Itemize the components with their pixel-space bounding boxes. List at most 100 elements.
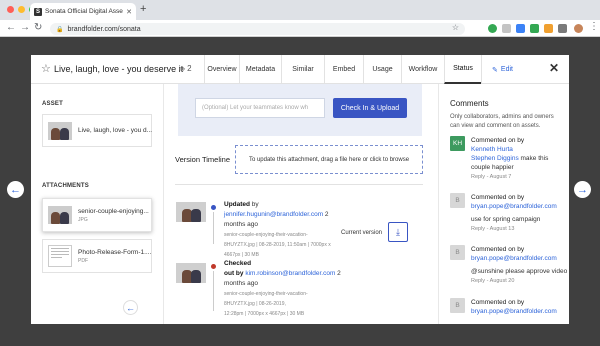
- tab-status[interactable]: Status: [444, 55, 481, 84]
- profile-avatar[interactable]: [574, 24, 583, 33]
- close-modal-icon[interactable]: ✕: [549, 61, 559, 75]
- asset-thumbnail: [48, 121, 72, 140]
- previous-asset-button[interactable]: ←: [7, 181, 24, 198]
- tab-embed[interactable]: Embed: [324, 55, 363, 84]
- comment-user-link[interactable]: bryan.pope@brandfolder.com: [471, 308, 557, 315]
- version-entry: Checked out by kim.robinson@brandfolder.…: [224, 259, 364, 319]
- version-count: ◈ 2: [179, 64, 192, 73]
- minimize-window-button[interactable]: [18, 6, 25, 13]
- bookmark-star-icon[interactable]: ☆: [452, 23, 459, 32]
- version-number: 2: [335, 270, 341, 277]
- extension-icon[interactable]: [544, 24, 553, 33]
- back-icon[interactable]: ←: [6, 22, 16, 33]
- avatar: B: [450, 298, 465, 313]
- comment-user-link[interactable]: Kenneth Hurta: [471, 146, 513, 153]
- version-details: 8HUYZTX.jpg | 08-26-2019,: [224, 301, 286, 307]
- attachment-thumbnail: [48, 206, 72, 224]
- close-tab-icon[interactable]: ✕: [126, 8, 132, 16]
- version-user-link[interactable]: jennifer.hugunin@brandfolder.com: [224, 211, 323, 218]
- timeline-line: [213, 212, 214, 244]
- version-out-by: out by: [224, 270, 246, 277]
- attachment-item[interactable]: Photo-Release-Form-1.... PDF: [42, 239, 152, 273]
- asset-modal: ☆ Live, laugh, love - you deserve it ◈ 2…: [31, 55, 569, 324]
- tab-usage[interactable]: Usage: [363, 55, 401, 84]
- extension-icon[interactable]: [502, 24, 511, 33]
- version-details: 8HUYZTX.jpg | 08-28-2019, 11:50am | 7000…: [224, 242, 331, 248]
- version-by: by: [250, 201, 259, 208]
- attachments-section-label: ATTACHMENTS: [42, 183, 89, 189]
- comment-text: use for spring campaign: [471, 216, 541, 223]
- tab-overview[interactable]: Overview: [204, 55, 239, 84]
- modal-header: ☆ Live, laugh, love - you deserve it ◈ 2…: [31, 55, 569, 84]
- file-drop-zone[interactable]: To update this attachment, drag a file h…: [235, 145, 423, 174]
- edit-label: Edit: [500, 66, 513, 73]
- tab-metadata[interactable]: Metadata: [239, 55, 281, 84]
- tab-workflow[interactable]: Workflow: [401, 55, 444, 84]
- comment-user-link[interactable]: bryan.pope@brandfolder.com: [471, 255, 557, 262]
- comment-text: @sunshine please approve video: [471, 268, 568, 275]
- version-user-link[interactable]: kim.robinson@brandfolder.com: [245, 270, 335, 277]
- attachment-type: JPG: [78, 216, 88, 223]
- pdf-thumbnail: [48, 245, 72, 267]
- edit-button[interactable]: ✎ Edit: [481, 55, 523, 84]
- version-action: Updated: [224, 201, 250, 208]
- comment-reply-link[interactable]: Reply - August 7: [471, 174, 511, 180]
- favorite-star-icon[interactable]: ☆: [41, 62, 51, 75]
- version-time: months ago: [224, 280, 258, 287]
- address-bar[interactable]: 🔒 brandfolder.com/sonata ☆: [50, 23, 465, 35]
- avatar: B: [450, 193, 465, 208]
- close-window-button[interactable]: [7, 6, 14, 13]
- attachment-type: PDF: [78, 257, 88, 264]
- timeline-line: [213, 271, 214, 311]
- asset-card[interactable]: Live, laugh, love - you d...: [42, 114, 152, 147]
- tab-title: Sonata Official Digital Assets |: [45, 8, 124, 15]
- collapse-sidebar-button[interactable]: ←: [123, 300, 138, 315]
- version-number: 2: [323, 211, 329, 218]
- comment-heading: Commented on by: [471, 246, 525, 253]
- lock-icon: 🔒: [56, 26, 64, 33]
- check-in-box: (Optional) Let your teammates know wh Ch…: [178, 84, 422, 136]
- extension-icon[interactable]: [558, 24, 567, 33]
- extension-icon[interactable]: [516, 24, 525, 33]
- version-details: 12:28pm | 7000px x 4667px | 30 MB: [224, 311, 305, 317]
- browser-tab[interactable]: S Sonata Official Digital Assets | ✕: [30, 3, 136, 20]
- current-version-label: Current version: [341, 230, 383, 236]
- comment-user-link[interactable]: bryan.pope@brandfolder.com: [471, 203, 557, 210]
- version-filename: senior-couple-enjoying-their-vacation-: [224, 291, 308, 297]
- comment-mention[interactable]: Stephen Diggins: [471, 155, 519, 162]
- comments-panel: Comments Only collaborators, admins and …: [438, 84, 569, 324]
- forward-icon[interactable]: →: [20, 22, 30, 33]
- version-time: months ago: [224, 221, 258, 228]
- attachment-item[interactable]: senior-couple-enjoying... JPG: [42, 198, 152, 232]
- comment-reply-link[interactable]: Reply - August 20: [471, 278, 514, 284]
- new-tab-icon[interactable]: +: [140, 3, 146, 15]
- version-action: Checked: [224, 260, 252, 267]
- sonata-favicon-icon: S: [34, 7, 42, 16]
- versions-icon: ◈: [179, 64, 186, 73]
- comment-reply-link[interactable]: Reply - August 13: [471, 226, 514, 232]
- modal-tabs: Overview Metadata Similar Embed Usage Wo…: [204, 55, 523, 84]
- divider: [175, 184, 423, 185]
- avatar: KH: [450, 136, 465, 151]
- version-details: 4667px | 30 MB: [224, 252, 259, 258]
- status-panel: (Optional) Let your teammates know wh Ch…: [164, 84, 438, 324]
- check-in-note-input[interactable]: (Optional) Let your teammates know wh: [195, 98, 325, 118]
- browser-menu-icon[interactable]: ⋮: [589, 21, 599, 32]
- check-in-upload-button[interactable]: Check In & Upload: [333, 98, 407, 118]
- extension-icon[interactable]: [530, 24, 539, 33]
- reload-icon[interactable]: ↻: [34, 22, 42, 33]
- comment-heading: Commented on by: [471, 137, 525, 144]
- version-count-value: 2: [187, 64, 192, 73]
- version-thumbnail: [176, 263, 206, 283]
- comment-heading: Commented on by: [471, 299, 525, 306]
- version-entry: Updated by jennifer.hugunin@brandfolder.…: [224, 200, 339, 260]
- comment-heading: Commented on by: [471, 194, 525, 201]
- version-thumbnail: [176, 202, 206, 222]
- download-icon[interactable]: ⤓: [388, 222, 408, 242]
- next-asset-button[interactable]: →: [574, 181, 591, 198]
- timeline-dot: [211, 205, 216, 210]
- url-text: brandfolder.com/sonata: [67, 25, 141, 33]
- attachment-name: Photo-Release-Form-1....: [78, 248, 152, 256]
- tab-similar[interactable]: Similar: [281, 55, 324, 84]
- extension-icon[interactable]: [488, 24, 497, 33]
